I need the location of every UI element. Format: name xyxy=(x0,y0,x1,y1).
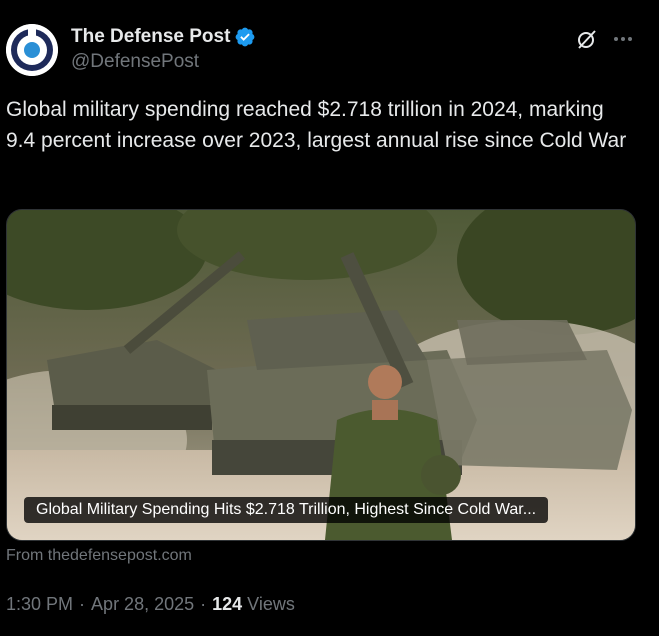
link-card[interactable]: Global Military Spending Hits $2.718 Tri… xyxy=(6,209,636,541)
meta-separator: · xyxy=(79,594,86,614)
tanks-photo xyxy=(7,210,635,540)
defense-post-logo-icon xyxy=(6,24,58,76)
meta-separator: · xyxy=(200,594,207,614)
avatar[interactable] xyxy=(6,24,58,76)
card-title: Global Military Spending Hits $2.718 Tri… xyxy=(24,497,549,523)
author-block: The Defense Post @DefensePost xyxy=(71,24,256,73)
tweet-text: Global military spending reached $2.718 … xyxy=(6,98,627,152)
tweet: The Defense Post @DefensePost Global mil… xyxy=(0,0,659,636)
grok-icon xyxy=(578,30,596,49)
verified-badge-icon[interactable] xyxy=(234,26,256,48)
grok-button[interactable] xyxy=(572,24,602,54)
tweet-date[interactable]: Apr 28, 2025 xyxy=(91,594,194,615)
more-icon-dot xyxy=(628,37,632,41)
display-name[interactable]: The Defense Post xyxy=(71,26,230,48)
views-label: Views xyxy=(247,594,295,614)
more-icon xyxy=(614,37,618,41)
handle[interactable]: @DefensePost xyxy=(71,51,256,73)
tweet-meta: 1:30 PM · Apr 28, 2025 · 124 Views xyxy=(6,594,295,615)
views-count[interactable]: 124 xyxy=(212,594,242,615)
name-row: The Defense Post xyxy=(71,24,256,50)
tweet-time[interactable]: 1:30 PM xyxy=(6,594,73,615)
card-source[interactable]: From thedefensepost.com xyxy=(6,547,192,565)
more-icon-dot xyxy=(621,37,625,41)
more-button[interactable] xyxy=(610,24,636,54)
